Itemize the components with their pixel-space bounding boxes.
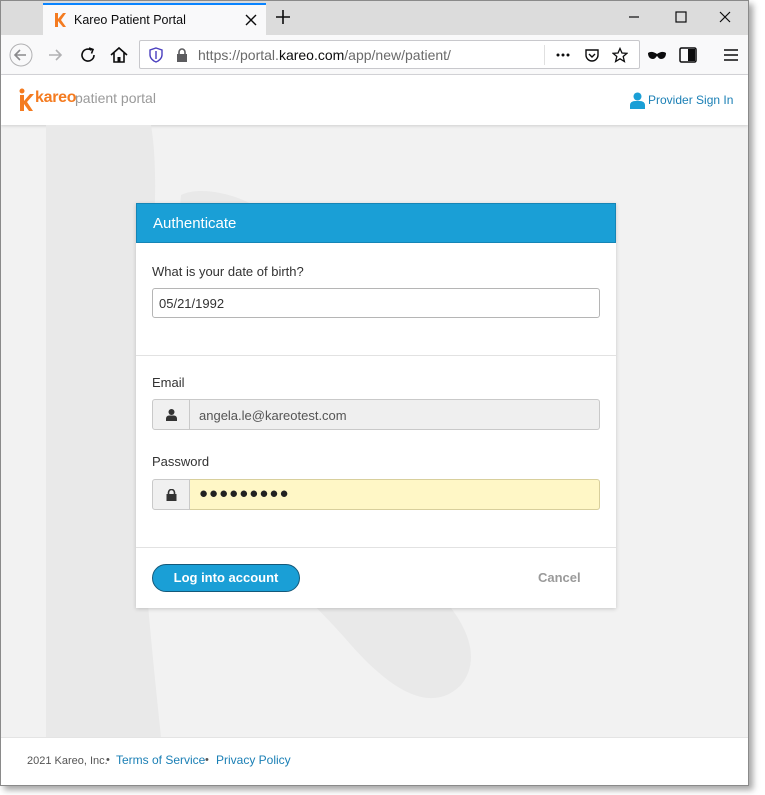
provider-sign-in-label: Provider Sign In [648,93,734,107]
bookmark-star-icon[interactable] [612,47,628,63]
footer-separator: • [205,754,209,766]
close-window-icon[interactable] [717,9,733,25]
card-title: Authenticate [153,215,237,232]
minimize-icon[interactable] [626,9,642,25]
new-tab-icon[interactable] [273,7,293,27]
footer-separator: • [106,754,110,766]
maximize-icon[interactable] [673,9,689,25]
nav-toolbar: https://portal.kareo.com/app/new/patient… [1,35,748,75]
site-header: kareo patient portal Provider Sign In [1,75,748,125]
pocket-icon[interactable] [584,47,600,63]
forward-icon[interactable] [43,43,67,67]
url-bar[interactable]: https://portal.kareo.com/app/new/patient… [139,40,640,69]
kareo-logo-icon[interactable] [17,88,35,112]
email-field[interactable]: angela.le@kareotest.com [190,399,600,430]
sidebar-icon[interactable] [676,43,700,67]
copyright-text: 2021 Kareo, Inc. [27,755,108,767]
close-tab-icon[interactable] [242,11,260,29]
section-divider [136,355,616,356]
lock-icon [166,489,177,501]
site-footer: 2021 Kareo, Inc. • Terms of Service • Pr… [1,737,748,785]
home-icon[interactable] [107,43,131,67]
dob-label: What is your date of birth? [152,264,304,279]
url-bar-separator [544,45,545,65]
reload-icon[interactable] [76,43,100,67]
tracking-shield-icon[interactable] [148,47,164,63]
browser-tab[interactable]: Kareo Patient Portal [43,3,266,35]
kareo-favicon-icon [55,13,66,27]
tab-title: Kareo Patient Portal [74,13,186,27]
email-label: Email [152,375,185,390]
card-header: Authenticate [136,203,616,243]
password-addon [152,479,190,510]
lock-icon[interactable] [174,47,190,63]
section-divider [136,547,616,548]
terms-of-service-link[interactable]: Terms of Service [116,753,205,767]
password-field[interactable]: ●●●●●●●●● [190,479,600,510]
logo-wordmark[interactable]: kareo [35,89,77,107]
user-icon [166,409,177,421]
back-icon[interactable] [9,43,33,67]
tab-strip: Kareo Patient Portal [1,1,748,35]
log-into-account-button[interactable]: Log into account [152,564,300,592]
password-label: Password [152,454,210,469]
email-addon [152,399,190,430]
browser-window: Kareo Patient Portal https://portal.kare… [0,0,749,786]
menu-icon[interactable] [719,43,743,67]
url-text[interactable]: https://portal.kareo.com/app/new/patient… [198,47,456,63]
logo-tagline: patient portal [75,90,156,106]
page-actions-icon[interactable] [555,47,571,63]
authenticate-card: Authenticate What is your date of birth?… [136,203,616,608]
user-icon [630,92,645,109]
private-mask-icon[interactable] [645,43,669,67]
cancel-button[interactable]: Cancel [538,570,581,585]
privacy-policy-link[interactable]: Privacy Policy [216,753,291,767]
dob-input[interactable]: 05/21/1992 [152,288,600,318]
